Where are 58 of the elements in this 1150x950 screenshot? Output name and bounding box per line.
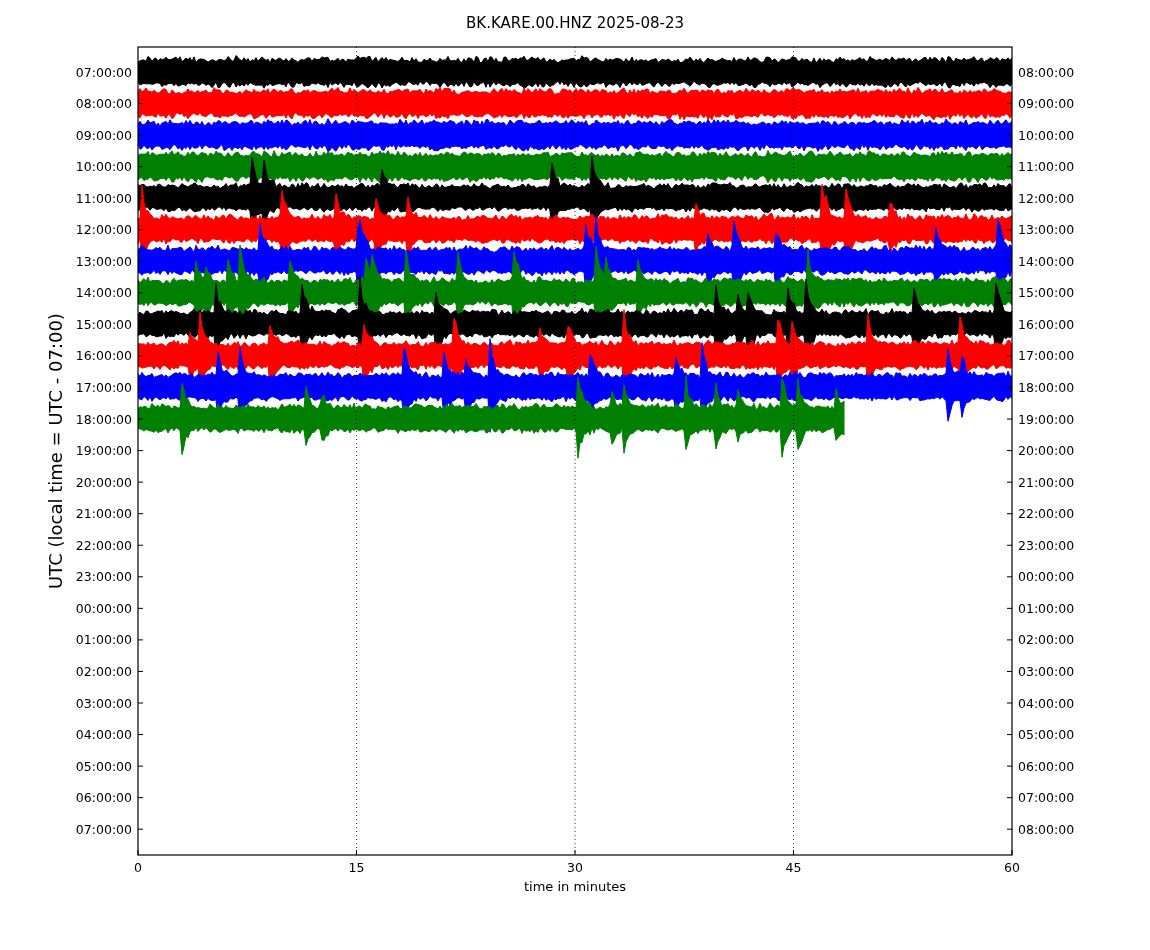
axis-tick-label: 21:00:00: [1018, 474, 1075, 490]
axis-tick-label: 23:00:00: [1018, 537, 1075, 553]
axis-tick-label: 15: [348, 860, 365, 875]
axis-tick-label: 18:00:00: [1018, 380, 1075, 395]
axis-tick-label: 21:00:00: [75, 506, 132, 522]
axis-tick-label: 45: [785, 860, 802, 875]
axis-tick-label: 19:00:00: [75, 443, 132, 459]
axis-tick-label: 16:00:00: [1018, 316, 1075, 332]
axis-tick-label: 20:00:00: [75, 474, 132, 490]
axis-tick-label: 13:00:00: [75, 253, 132, 269]
y-axis-label: UTC (local time = UTC - 07:00): [45, 313, 66, 589]
axis-tick-label: 14:00:00: [75, 285, 132, 301]
axis-tick-label: 11:00:00: [1018, 159, 1075, 175]
axis-tick-label: 10:00:00: [75, 159, 132, 175]
axis-tick-label: 30: [567, 860, 583, 875]
axis-tick-label: 08:00:00: [1018, 64, 1075, 80]
axis-tick-label: 08:00:00: [75, 96, 132, 112]
axis-tick-label: 12:00:00: [1018, 190, 1075, 206]
axis-tick-label: 19:00:00: [1018, 411, 1075, 427]
axis-tick-label: 09:00:00: [1018, 96, 1075, 112]
axis-tick-label: 22:00:00: [1018, 506, 1075, 522]
axis-tick-label: 02:00:00: [1018, 632, 1075, 648]
axis-tick-label: 22:00:00: [75, 537, 132, 553]
chart-title: BK.KARE.00.HNZ 2025-08-23: [466, 12, 684, 34]
axis-tick-label: 02:00:00: [75, 663, 132, 679]
axis-tick-label: 20:00:00: [1018, 443, 1075, 459]
axis-tick-label: 00:00:00: [1018, 569, 1075, 585]
axis-tick-label: 08:00:00: [1018, 821, 1075, 837]
axis-tick-label: 07:00:00: [75, 821, 132, 837]
axis-tick-label: 06:00:00: [1018, 758, 1075, 774]
axis-tick-label: 04:00:00: [1018, 695, 1075, 711]
axis-tick-label: 05:00:00: [75, 758, 132, 774]
axis-tick-label: 06:00:00: [75, 790, 132, 806]
axis-tick-label: 07:00:00: [75, 64, 132, 80]
axis-tick-label: 13:00:00: [1018, 222, 1075, 238]
axis-tick-label: 12:00:00: [75, 222, 132, 238]
axis-tick-label: 60: [1004, 860, 1020, 875]
axis-tick-label: 18:00:00: [75, 411, 132, 427]
axis-tick-label: 03:00:00: [1018, 663, 1075, 679]
axis-tick-label: 0: [134, 860, 142, 875]
axis-tick-label: 10:00:00: [1018, 127, 1075, 143]
axis-tick-label: 01:00:00: [1018, 600, 1075, 616]
axis-tick-label: 11:00:00: [75, 190, 132, 206]
axis-tick-label: 15:00:00: [1018, 285, 1075, 301]
axis-tick-label: 04:00:00: [75, 727, 132, 743]
axis-tick-label: 07:00:00: [1018, 790, 1075, 806]
axis-tick-label: 14:00:00: [1018, 253, 1075, 269]
axis-tick-label: 05:00:00: [1018, 727, 1075, 743]
axis-tick-label: 01:00:00: [75, 632, 132, 648]
axis-tick-label: 17:00:00: [75, 380, 132, 395]
axis-tick-label: 23:00:00: [75, 569, 132, 585]
axis-tick-label: 09:00:00: [75, 127, 132, 143]
axis-tick-label: 03:00:00: [75, 695, 132, 711]
axis-tick-label: 15:00:00: [75, 316, 132, 332]
axis-tick-label: 16:00:00: [75, 348, 132, 364]
axis-tick-label: 17:00:00: [1018, 348, 1075, 364]
axis-tick-label: 00:00:00: [75, 600, 132, 616]
x-axis-label: time in minutes: [523, 879, 627, 894]
